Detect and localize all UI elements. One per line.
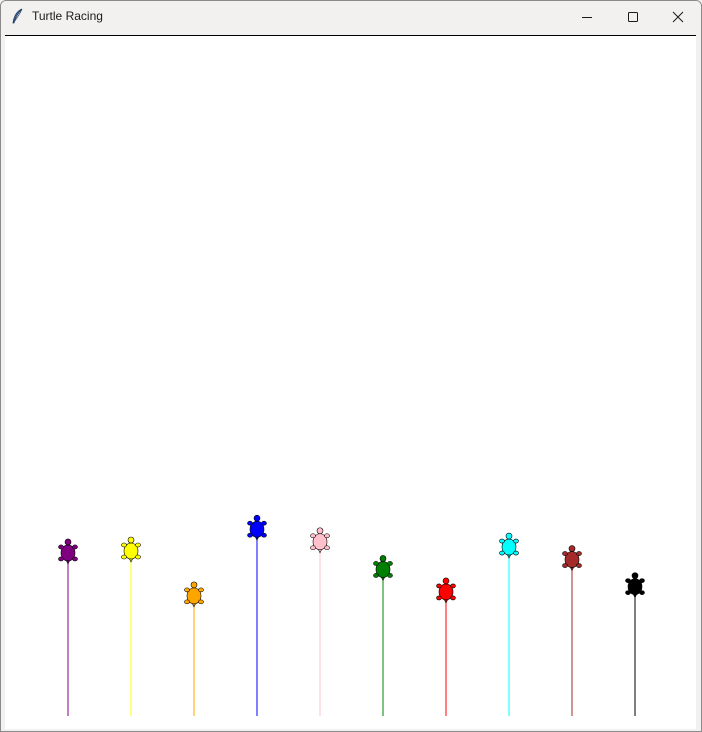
turtle-orange xyxy=(184,581,204,608)
feather-icon xyxy=(11,8,25,24)
close-icon xyxy=(672,11,684,22)
window-title: Turtle Racing xyxy=(32,9,103,23)
race-drawing xyxy=(58,514,645,716)
maximize-icon xyxy=(628,11,638,22)
turtle-cyan xyxy=(499,532,519,559)
maximize-button[interactable] xyxy=(610,1,656,32)
turtle-blue xyxy=(247,514,267,541)
title-bar[interactable]: Turtle Racing xyxy=(1,1,701,32)
turtle-green xyxy=(373,555,393,582)
turtle-red xyxy=(436,577,456,604)
turtle-brown xyxy=(562,545,582,572)
turtle-black xyxy=(625,572,645,599)
minimize-icon xyxy=(582,16,592,18)
turtle-pink xyxy=(310,527,330,554)
turtle-canvas[interactable] xyxy=(5,35,696,729)
close-button[interactable] xyxy=(655,1,701,32)
turtle-yellow xyxy=(121,536,141,563)
app-window: Turtle Racing xyxy=(0,0,702,732)
minimize-button[interactable] xyxy=(564,1,610,32)
turtle-purple xyxy=(58,538,78,565)
